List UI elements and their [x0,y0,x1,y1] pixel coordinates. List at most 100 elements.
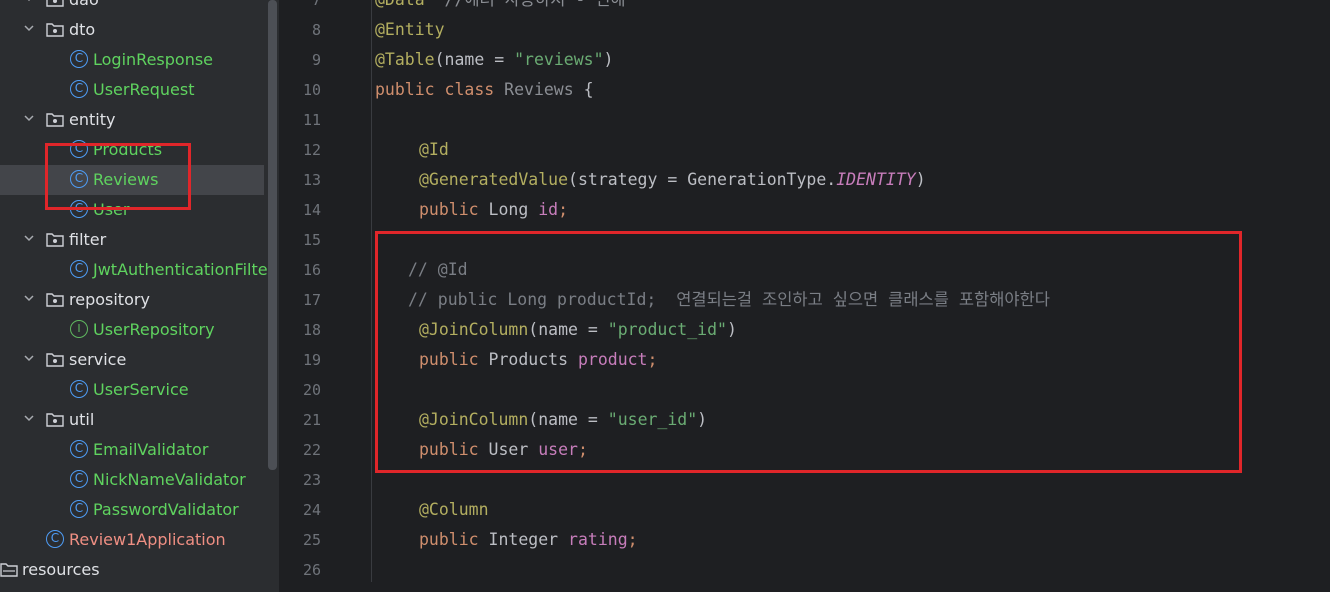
line-number: 26 [302,561,321,579]
tree-item-service[interactable]: service [0,345,270,375]
tree-item-label: filter [69,230,107,249]
tree-item-label: resources [22,560,100,579]
tree-item-resources[interactable]: resources [0,555,270,585]
editor-horizontal-scrollbar[interactable] [371,582,1330,592]
tree-item-emailvalidator[interactable]: C EmailValidator [0,435,270,465]
line-number: 19 [302,351,321,369]
folder-icon [46,0,64,7]
tree-item-label: UserRepository [93,320,215,339]
code-line-10[interactable]: public class Reviews { [375,75,594,105]
annotation-token: @Entity [375,20,445,39]
line-number: 9 [311,51,321,69]
tree-item-nicknamevalidator[interactable]: C NickNameValidator [0,465,270,495]
annotation-token: @GeneratedValue [419,170,569,189]
tree-item-label: PasswordValidator [93,500,239,519]
annotation-token: @Data [375,0,425,9]
folder-icon [0,562,18,577]
keyword-token: public [419,530,489,549]
tree-item-label: Review1Application [69,530,226,549]
annotation-token: @Column [419,500,489,519]
line-number: 18 [302,321,321,339]
line-number: 7 [311,0,321,9]
folder-icon [46,112,64,127]
gutter-divider [371,0,372,592]
tree-item-userservice[interactable]: C UserService [0,375,270,405]
type-token: Long [488,200,539,219]
spring-app-class-icon: C [46,530,64,548]
tree-item-label: NickNameValidator [93,470,246,489]
field-token: id [538,200,559,219]
code-line-13[interactable]: @GeneratedValue(strategy = GenerationTyp… [419,165,926,195]
tree-item-userrepository[interactable]: I UserRepository [0,315,270,345]
line-number: 10 [302,81,321,99]
tree-item-label: EmailValidator [93,440,209,459]
tree-item-label: JwtAuthenticationFilter [93,260,275,279]
highlight-box-code [375,231,1242,473]
chevron-down-icon[interactable] [24,413,34,423]
code-line-8[interactable]: @Entity [375,15,445,45]
string-token: "reviews" [514,50,604,69]
annotation-token: @Id [419,140,449,159]
tree-scrollbar[interactable] [268,0,277,470]
code-token: ; [558,200,569,219]
enum-constant-token: IDENTITY [836,170,916,189]
tree-item-loginresponse[interactable]: C LoginResponse [0,45,270,75]
tree-item-jwtauthenticationfilter[interactable]: C JwtAuthenticationFilter [0,255,274,285]
chevron-down-icon[interactable] [24,23,34,33]
tree-item-passwordvalidator[interactable]: C PasswordValidator [0,495,270,525]
code-line-24[interactable]: @Column [419,495,489,525]
interface-icon: I [70,320,88,338]
line-number: 14 [302,201,321,219]
tree-item-label: UserRequest [93,80,195,99]
line-number: 23 [302,471,321,489]
line-number: 20 [302,381,321,399]
folder-icon [46,292,64,307]
line-number: 11 [302,111,321,129]
line-number: 24 [302,501,321,519]
keyword-token: public class [375,80,505,99]
code-token: ) [603,50,614,69]
line-number: 12 [302,141,321,159]
tree-item-dao[interactable]: dao [0,0,270,15]
class-icon: C [70,440,88,458]
chevron-down-icon[interactable] [24,293,34,303]
tree-item-label: service [69,350,127,369]
code-token: (name = [434,50,515,69]
code-line-14[interactable]: public Long id; [419,195,568,225]
code-line-9[interactable]: @Table(name = "reviews") [375,45,613,75]
tree-item-repository[interactable]: repository [0,285,270,315]
tree-item-dto[interactable]: dto [0,15,270,45]
folder-icon [46,232,64,247]
chevron-down-icon[interactable] [24,0,34,3]
chevron-down-icon[interactable] [24,353,34,363]
code-line-12[interactable]: @Id [419,135,449,165]
tree-item-entity[interactable]: entity [0,105,270,135]
line-number: 13 [302,171,321,189]
class-icon: C [70,500,88,518]
tree-item-util[interactable]: util [0,405,270,435]
folder-icon [46,352,64,367]
tree-item-review1application[interactable]: C Review1Application [0,525,270,555]
chevron-down-icon[interactable] [24,113,34,123]
code-token: ; [627,530,638,549]
folder-icon [46,22,64,37]
tree-item-userrequest[interactable]: C UserRequest [0,75,270,105]
code-line-7[interactable]: @Data //에러 사용하지 - 인해 [375,0,626,15]
tree-item-filter[interactable]: filter [0,225,270,255]
tree-item-label: LoginResponse [93,50,214,69]
class-icon: C [70,380,88,398]
line-number: 8 [311,21,321,39]
class-icon: C [70,470,88,488]
annotation-token: @Table [375,50,435,69]
class-icon: C [70,50,88,68]
project-tree-panel: dao dto C LoginResponse C UserRequest en… [0,0,279,592]
chevron-down-icon[interactable] [24,233,34,243]
class-icon: C [70,260,88,278]
class-name-token: Reviews [504,80,574,99]
line-number: 16 [302,261,321,279]
code-line-25[interactable]: public Integer rating; [419,525,638,555]
line-number: 22 [302,441,321,459]
line-number: 17 [302,291,321,309]
tree-item-label: dao [69,0,99,10]
code-token: (strategy = GenerationType. [568,170,837,189]
